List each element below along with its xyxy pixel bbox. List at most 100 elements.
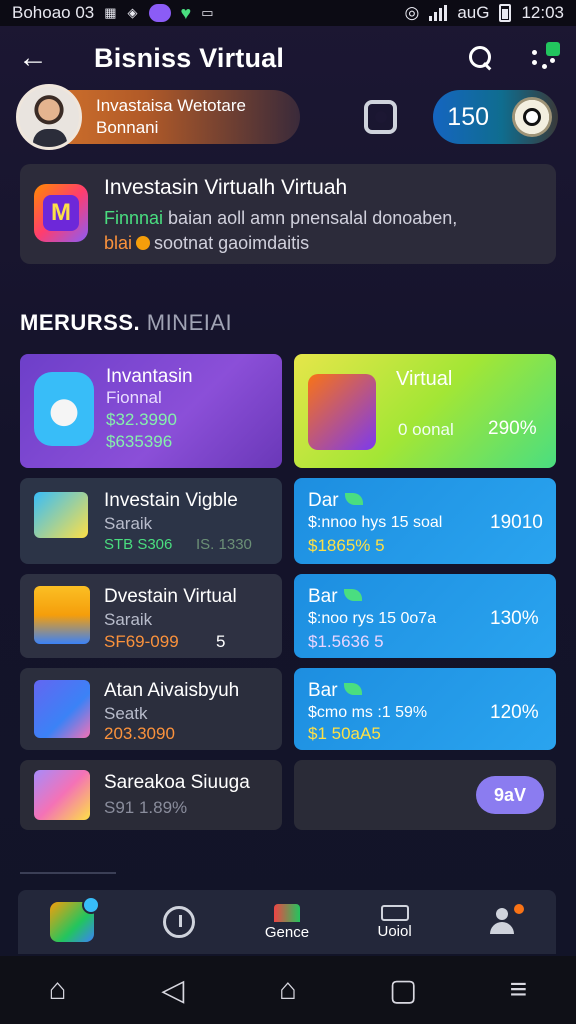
investment-card[interactable]: Sareakoa Siuuga S91 1.89%: [20, 760, 282, 830]
profile-name: Invastaisa Wetotare: [96, 96, 246, 115]
investment-card[interactable]: Bar $:noo rys 15 0o7a 130% $1.5636 5: [294, 574, 556, 658]
card-title: Atan Aivaisbyuh: [104, 680, 240, 701]
bulb-panel-icon: [34, 492, 88, 538]
status-left-text: Bohoao 03: [12, 3, 95, 22]
notification-badge: [546, 42, 560, 56]
coin-balance[interactable]: 150: [433, 90, 558, 144]
card-subtitle: Saraik: [104, 514, 153, 533]
stack-icon: [34, 586, 90, 644]
status-bar: Bohoao 03 ▦ ◈ ♥ ▭ ◎ auG 12:03: [0, 0, 576, 26]
card-value: STB S306: [104, 536, 173, 553]
menu-lines-icon[interactable]: ≡: [498, 970, 538, 1010]
home-icon[interactable]: ⌂: [38, 970, 78, 1010]
mascot-icon: [34, 372, 94, 446]
box-icon: [34, 770, 90, 820]
investment-card[interactable]: Dar $:nnoo hys 15 soal 19010 $1865% 5: [294, 478, 556, 564]
card-title: Dvestain Virtual: [104, 586, 237, 607]
section-title: MERURSS. MINEIAI: [20, 310, 233, 335]
app-header: ← Bisniss Virtual: [0, 26, 576, 90]
card-subtitle: $:nnoo hys 15 soal: [308, 514, 443, 531]
investment-card[interactable]: Virtual 0 oonal 290%: [294, 354, 556, 468]
banner-desc-line2: blai sootnat gaoimdaitis: [104, 233, 310, 253]
avatar: [16, 84, 82, 150]
back-triangle-icon[interactable]: ◁: [153, 970, 193, 1010]
viber-icon: [148, 4, 171, 22]
divider: [20, 872, 116, 874]
back-button[interactable]: ←: [18, 41, 54, 75]
profile-row: Invastaisa Wetotare Bonnani 150: [16, 82, 558, 152]
tab-history[interactable]: [134, 892, 224, 952]
leaf-icon: [344, 493, 363, 505]
card-percent: 19010: [490, 512, 543, 533]
wallet-icon: [380, 904, 409, 921]
card-subtitle: $cmo ms :1 59%: [308, 704, 428, 721]
card-percent: 120%: [490, 702, 539, 723]
user-icon: [488, 904, 525, 936]
banner-desc-line1: Finnnai baian aoll amn pnensalal donoabe…: [104, 208, 458, 228]
gear-icon[interactable]: [364, 100, 398, 134]
leaf-icon: [343, 683, 362, 695]
investment-card[interactable]: Atan Aivaisbyuh Seatk 203.3090: [20, 668, 282, 750]
tab-wallet[interactable]: Uoiol: [350, 892, 440, 952]
investment-card[interactable]: Investain Vigble Saraik STB S306 IS. 133…: [20, 478, 282, 564]
card-value-secondary: IS. 1330: [196, 536, 252, 553]
investment-card[interactable]: Dvestain Virtual Saraik SF69-099 5: [20, 574, 282, 658]
chart-icon: [49, 896, 100, 942]
action-card: 9aV: [294, 760, 556, 830]
card-title: Invantasin: [106, 366, 193, 387]
server-icon: [34, 680, 90, 738]
carrier-label: auG: [457, 3, 490, 22]
card-value-secondary: $635396: [106, 432, 173, 451]
wallet-icon: ◈: [127, 5, 139, 20]
signal-icon: [429, 5, 448, 21]
battery-icon: [499, 4, 512, 22]
card-title: Dar: [308, 490, 363, 512]
tab-dashboard[interactable]: [27, 892, 117, 952]
coin-icon: [512, 97, 552, 137]
promo-banner[interactable]: M Investasin Virtualh Virtuah Finnnai ba…: [20, 164, 556, 264]
clock-icon: [163, 906, 196, 938]
recents-icon[interactable]: ▢: [383, 970, 423, 1010]
tab-label: Uoiol: [377, 922, 412, 940]
cabinet-icon: [308, 374, 376, 450]
coin-value: 150: [447, 102, 490, 131]
system-nav-bar: ⌂ ◁ ⌂ ▢ ≡: [0, 956, 576, 1024]
action-button[interactable]: 9aV: [476, 776, 544, 814]
menu-icon[interactable]: [530, 42, 560, 72]
alarm-icon: ◎: [404, 3, 420, 22]
grid-icon: ▦: [104, 5, 118, 20]
card-value: S91 1.89%: [104, 798, 188, 817]
card-value: $1 50aA5: [308, 724, 381, 743]
clock-time: 12:03: [521, 3, 564, 22]
card-title: Sareakoa Siuuga: [104, 772, 250, 793]
card-title: Virtual: [396, 368, 453, 390]
card-subtitle: Saraik: [104, 610, 153, 629]
card-subtitle: Fionnal: [106, 388, 162, 407]
investment-card[interactable]: Invantasin Fionnal $32.3990 $635396: [20, 354, 282, 468]
tab-profile[interactable]: [457, 892, 547, 952]
card-title: Bar: [308, 586, 362, 608]
search-icon[interactable]: [468, 45, 494, 71]
leaf-icon: [343, 589, 362, 601]
card-percent: 290%: [488, 418, 537, 439]
bottom-tab-bar: Gence Uoiol: [18, 890, 556, 954]
tab-genre[interactable]: Gence: [242, 892, 332, 952]
card-percent: 130%: [490, 608, 539, 629]
app-logo-icon: M: [34, 184, 88, 242]
tab-label: Gence: [264, 923, 310, 941]
genre-icon: [273, 903, 300, 922]
card-value-secondary: 5: [216, 632, 226, 651]
cast-icon: ▭: [201, 5, 215, 20]
card-subtitle: Seatk: [104, 704, 148, 723]
card-value: $1865% 5: [308, 536, 385, 555]
card-value: 203.3090: [104, 724, 175, 743]
card-subtitle: $:noo rys 15 0o7a: [308, 610, 437, 627]
card-subtitle: 0 oonal: [398, 420, 454, 439]
profile-pill[interactable]: Invastaisa Wetotare Bonnani: [16, 84, 301, 150]
banner-title: Investasin Virtualh Virtuah: [104, 176, 348, 199]
card-value: $32.3990: [106, 410, 177, 429]
investment-card[interactable]: Bar $cmo ms :1 59% 120% $1 50aA5: [294, 668, 556, 750]
heart-icon: ♥: [180, 2, 192, 23]
card-title: Investain Vigble: [104, 490, 238, 511]
home-outline-icon[interactable]: ⌂: [268, 970, 308, 1010]
